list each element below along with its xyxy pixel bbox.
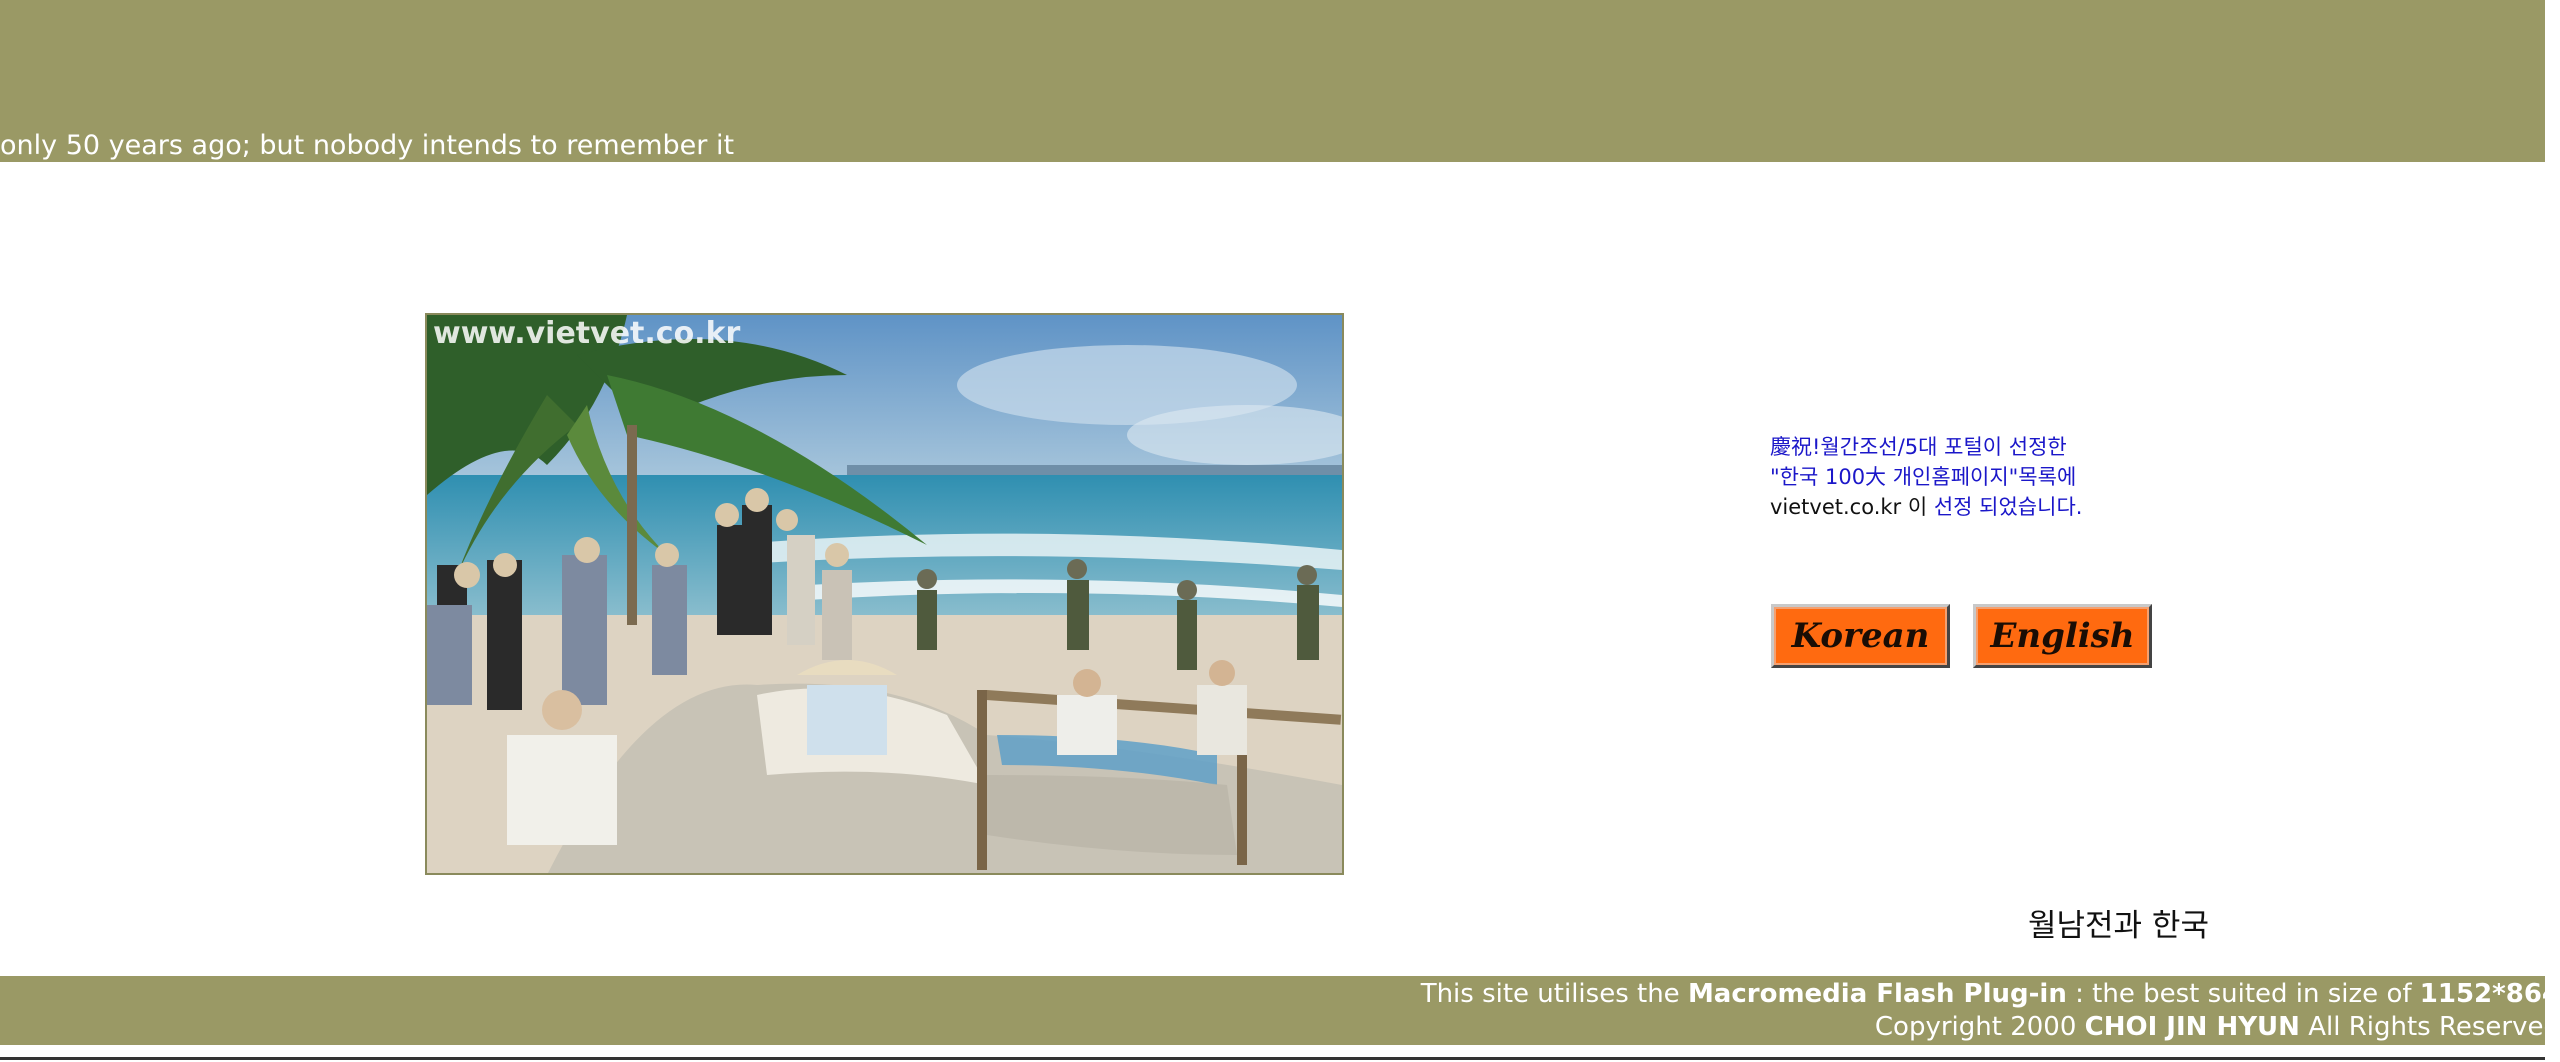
korean-button[interactable]: Korean: [1771, 604, 1950, 668]
footer-resolution: 1152*864: [2419, 979, 2560, 1009]
award-notice: 慶祝!월간조선/5대 포털이 선정한 "한국 100大 개인홈페이지"목록에 v…: [1770, 432, 2082, 522]
award-notice-line1: 慶祝!월간조선/5대 포털이 선정한: [1770, 435, 2067, 459]
beach-photo: www.vietvet.co.kr: [425, 313, 1344, 875]
footer-text: This site utilises the: [1420, 979, 1688, 1009]
bottom-divider: [0, 1057, 2545, 1060]
footer-text: All Rights Reserved: [2299, 1012, 2560, 1042]
footer-text: Copyright 2000: [1874, 1012, 2085, 1042]
footer-author: CHOI JIN HYUN: [2084, 1012, 2300, 1042]
award-notice-domain: vietvet.co.kr 이: [1770, 495, 1928, 519]
footer-text: : the best suited in size of: [2066, 979, 2420, 1009]
english-button[interactable]: English: [1973, 604, 2152, 668]
photo-watermark: www.vietvet.co.kr: [433, 316, 741, 351]
footer-copyright: Copyright 2000 CHOI JIN HYUN All Rights …: [15, 1011, 2560, 1043]
award-notice-line3-rest: 선정 되었습니다.: [1927, 495, 2083, 519]
award-notice-line3: vietvet.co.kr 이 선정 되었습니다.: [1770, 492, 2082, 522]
beach-photo-illustration: www.vietvet.co.kr: [427, 315, 1342, 873]
award-notice-line2: "한국 100大 개인홈페이지"목록에: [1770, 465, 2077, 489]
footer-plugin-name: Macromedia Flash Plug-in: [1687, 979, 2067, 1009]
header-tagline: only 50 years ago; but nobody intends to…: [0, 130, 735, 161]
footer-plugin-notice: This site utilises the Macromedia Flash …: [15, 978, 2560, 1010]
site-title: 월남전과 한국: [2028, 908, 2209, 944]
